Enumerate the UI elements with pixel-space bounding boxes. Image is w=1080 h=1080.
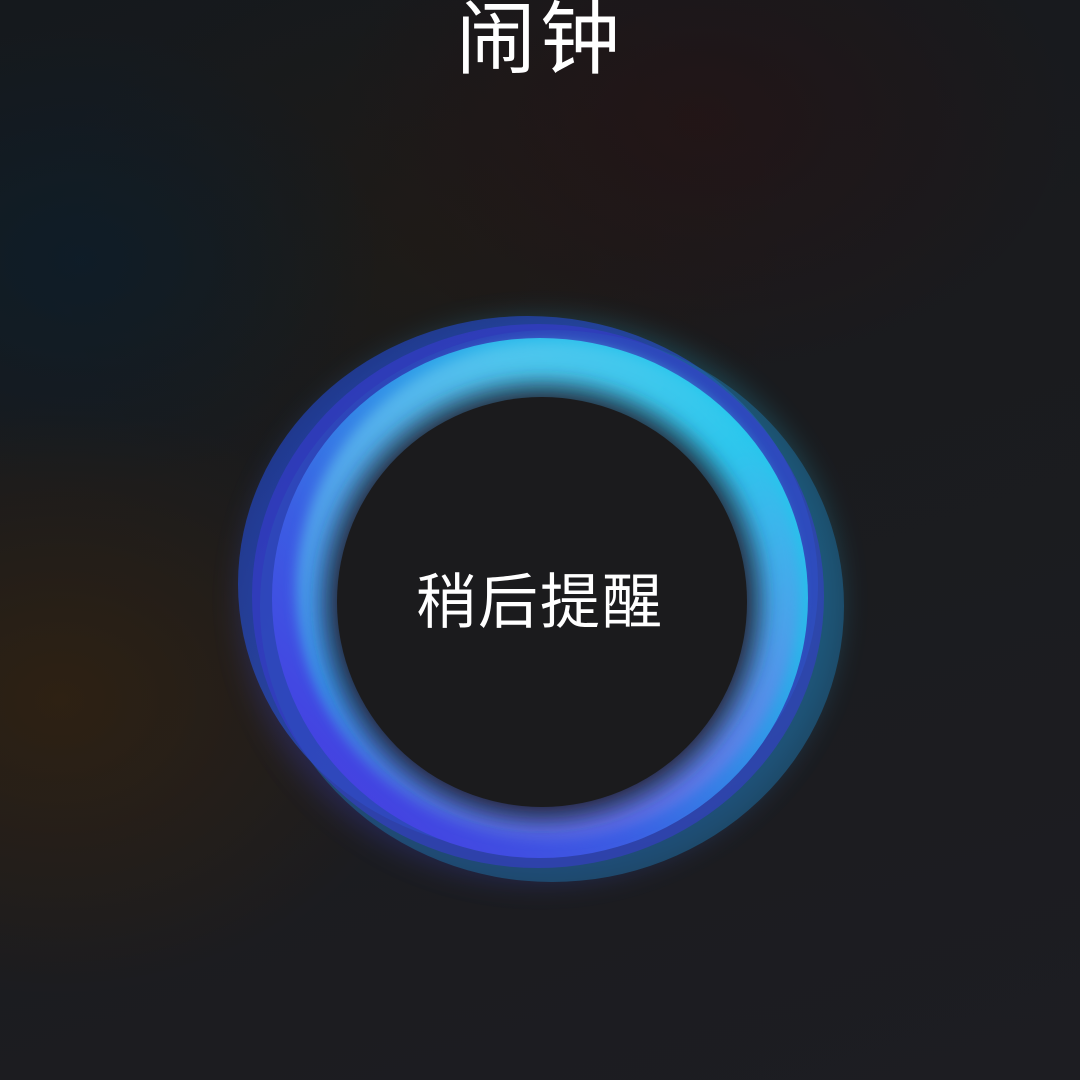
snooze-button-label: 稍后提醒 — [416, 568, 664, 638]
alarm-screen: 闹钟 稍后提醒 — [0, 0, 1080, 1080]
